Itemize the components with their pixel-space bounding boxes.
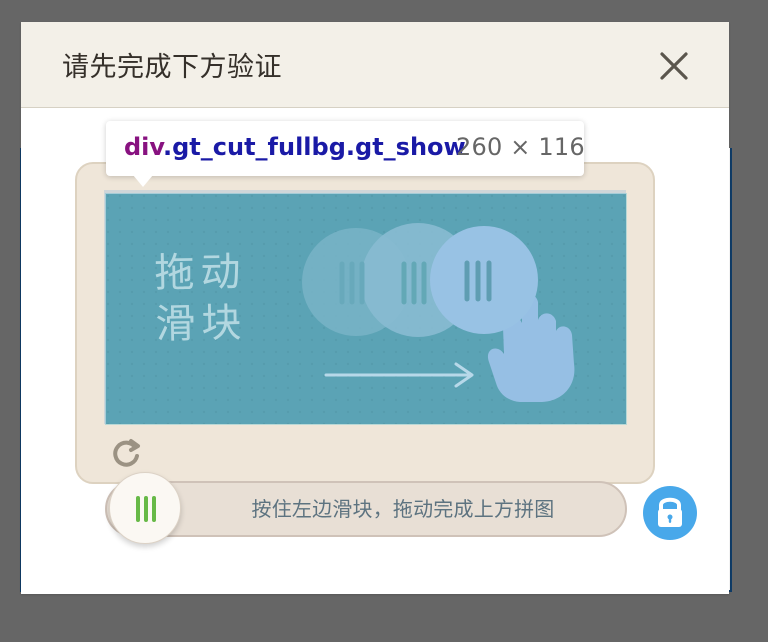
inspect-tooltip: div .gt_cut_fullbg.gt_show 260 × 116 <box>106 121 585 187</box>
lock-icon <box>658 497 682 527</box>
refresh-button[interactable] <box>110 436 144 470</box>
captcha-prompt-line-1: 拖动 <box>154 249 247 297</box>
captcha-prompt-line-2: 滑块 <box>155 300 248 348</box>
close-button[interactable] <box>654 46 694 86</box>
captcha-frame: 拖动 滑块 <box>75 162 655 484</box>
grip-lines-icon <box>136 496 156 522</box>
slider-track[interactable]: 按住左边滑块，拖动完成上方拼图 <box>105 481 627 537</box>
lock-button[interactable] <box>643 486 697 540</box>
close-icon <box>660 52 688 80</box>
captcha-image[interactable]: 拖动 滑块 <box>105 193 627 425</box>
modal-header: 请先完成下方验证 <box>21 22 729 108</box>
verification-modal: 请先完成下方验证 拖动 滑块 按住左边滑块，拖动完成上方拼图 <box>21 22 729 594</box>
tooltip-size: 260 × 116 <box>456 133 585 161</box>
refresh-icon <box>113 439 140 467</box>
slider-tip: 按住左边滑块，拖动完成上方拼图 <box>251 497 555 521</box>
modal-title: 请先完成下方验证 <box>62 52 282 83</box>
captcha-prompt: 拖动 滑块 <box>154 247 248 351</box>
tooltip-tag: div <box>124 133 166 161</box>
grip-circles <box>302 223 538 337</box>
slider-handle[interactable] <box>109 472 181 544</box>
tooltip-class: .gt_cut_fullbg.gt_show <box>163 133 466 161</box>
